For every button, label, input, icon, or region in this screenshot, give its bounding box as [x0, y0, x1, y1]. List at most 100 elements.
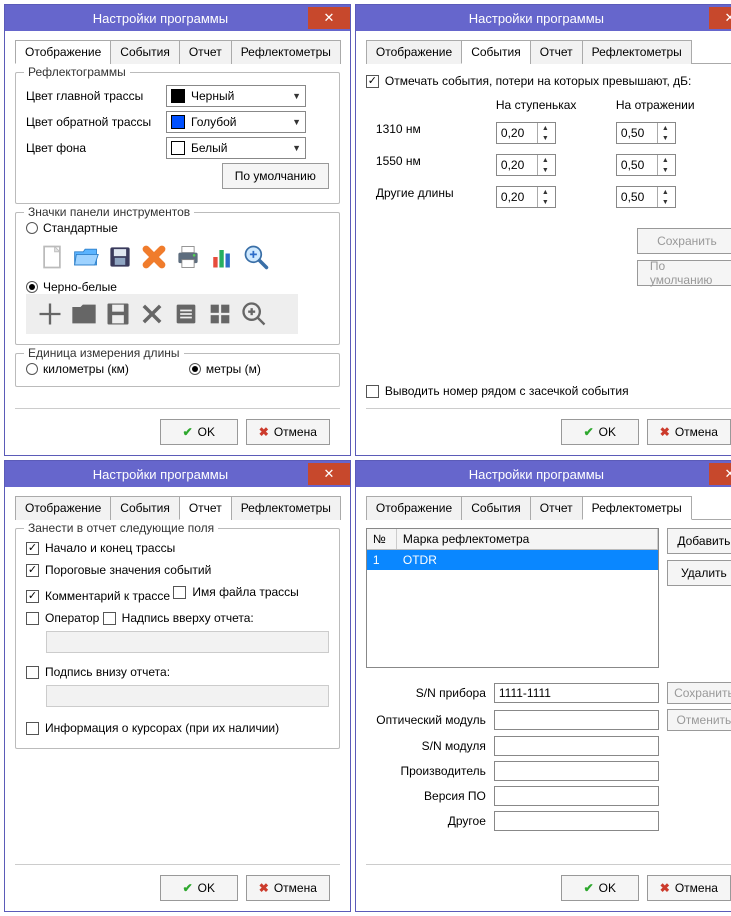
close-button[interactable]: ✕ [308, 463, 350, 485]
tabs: Отображение События Отчет Рефлектометры [15, 39, 340, 64]
ok-button[interactable]: ✔OK [160, 419, 238, 445]
spin-input[interactable] [617, 126, 657, 140]
tab-display[interactable]: Отображение [15, 40, 111, 64]
spinner-1310-refl[interactable]: ▲▼ [616, 122, 676, 144]
tab-display[interactable]: Отображение [366, 40, 462, 64]
spin-up-icon[interactable]: ▲ [658, 155, 673, 165]
spin-input[interactable] [617, 158, 657, 172]
tab-events[interactable]: События [461, 40, 531, 64]
checkbox-operator[interactable]: Оператор [26, 611, 99, 625]
spin-up-icon[interactable]: ▲ [658, 187, 673, 197]
tab-refl[interactable]: Рефлектометры [582, 496, 692, 520]
ok-button[interactable]: ✔OK [160, 875, 238, 901]
input-sn-device[interactable] [494, 683, 659, 703]
spin-up-icon[interactable]: ▲ [538, 123, 553, 133]
cancel-button[interactable]: ✖Отмена [647, 875, 731, 901]
spin-input[interactable] [617, 190, 657, 204]
close-button[interactable]: ✕ [308, 7, 350, 29]
checkbox-cursor-info[interactable]: Информация о курсорах (при их наличии) [26, 721, 279, 735]
spin-up-icon[interactable]: ▲ [658, 123, 673, 133]
radio-m[interactable]: метры (м) [189, 362, 261, 376]
window-title: Настройки программы [13, 11, 308, 26]
spinner-other-refl[interactable]: ▲▼ [616, 186, 676, 208]
spin-down-icon[interactable]: ▼ [658, 197, 673, 207]
checkbox-label: Комментарий к трассе [45, 589, 170, 603]
input-version[interactable] [494, 786, 659, 806]
spinner-1550-step[interactable]: ▲▼ [496, 154, 556, 176]
checkbox-start-end[interactable]: Начало и конец трассы [26, 541, 175, 555]
spinner-1310-step[interactable]: ▲▼ [496, 122, 556, 144]
titlebar[interactable]: Настройки программы ✕ [5, 5, 350, 31]
dropdown-main-color[interactable]: Черный ▼ [166, 85, 306, 107]
save-button[interactable]: Сохранить [667, 682, 731, 704]
tab-refl[interactable]: Рефлектометры [582, 40, 692, 64]
spin-input[interactable] [497, 126, 537, 140]
tab-report[interactable]: Отчет [530, 40, 583, 64]
titlebar[interactable]: Настройки программы ✕ [356, 461, 731, 487]
spin-down-icon[interactable]: ▼ [538, 165, 553, 175]
revert-button[interactable]: Отменить [667, 709, 731, 731]
input-other[interactable] [494, 811, 659, 831]
grid-icon [206, 300, 234, 328]
spin-down-icon[interactable]: ▼ [658, 165, 673, 175]
tab-refl[interactable]: Рефлектометры [231, 40, 341, 64]
spin-down-icon[interactable]: ▼ [658, 133, 673, 143]
tab-display[interactable]: Отображение [366, 496, 462, 520]
tab-report[interactable]: Отчет [179, 40, 232, 64]
checkbox-icon [26, 612, 39, 625]
delete-button[interactable]: Удалить [667, 560, 731, 586]
input-sn-module[interactable] [494, 736, 659, 756]
tab-display[interactable]: Отображение [15, 496, 111, 520]
dropdown-back-color[interactable]: Голубой ▼ [166, 111, 306, 133]
checkbox-comment[interactable]: Комментарий к трассе [26, 589, 170, 603]
radio-km[interactable]: километры (км) [26, 362, 129, 376]
ok-button[interactable]: ✔OK [561, 419, 639, 445]
tab-report[interactable]: Отчет [179, 496, 232, 520]
checkbox-thresholds[interactable]: Пороговые значения событий [26, 563, 211, 577]
close-button[interactable]: ✕ [709, 7, 731, 29]
close-button[interactable]: ✕ [709, 463, 731, 485]
add-button[interactable]: Добавить [667, 528, 731, 554]
tab-events[interactable]: События [110, 40, 180, 64]
tab-refl[interactable]: Рефлектометры [231, 496, 341, 520]
radio-bw-icons[interactable]: Черно-белые [26, 280, 117, 294]
checkbox-icon [26, 564, 39, 577]
spinner-1550-refl[interactable]: ▲▼ [616, 154, 676, 176]
spin-down-icon[interactable]: ▼ [538, 197, 553, 207]
table-header: № Марка рефлектометра [367, 529, 658, 550]
spin-input[interactable] [497, 158, 537, 172]
save-button[interactable]: Сохранить [637, 228, 731, 254]
label-sn-module: S/N модуля [366, 739, 486, 753]
input-manufacturer[interactable] [494, 761, 659, 781]
cancel-button[interactable]: ✖Отмена [246, 419, 330, 445]
label-manufacturer: Производитель [366, 764, 486, 778]
tab-events[interactable]: События [461, 496, 531, 520]
table-row[interactable]: 1 OTDR [367, 550, 658, 570]
ok-button[interactable]: ✔OK [561, 875, 639, 901]
cancel-button[interactable]: ✖Отмена [647, 419, 731, 445]
checkbox-mark-events[interactable]: Отмечать события, потери на которых прев… [366, 74, 731, 88]
checkbox-footer-text[interactable]: Подпись внизу отчета: [26, 665, 170, 679]
new-file-icon [36, 300, 64, 328]
dropdown-bg-color[interactable]: Белый ▼ [166, 137, 306, 159]
checkbox-show-number[interactable]: Выводить номер рядом с засечкой события [366, 384, 731, 398]
checkbox-header-text[interactable]: Надпись вверху отчета: [103, 611, 254, 625]
reflectometer-table[interactable]: № Марка рефлектометра 1 OTDR [366, 528, 659, 668]
spin-down-icon[interactable]: ▼ [538, 133, 553, 143]
tab-report[interactable]: Отчет [530, 496, 583, 520]
spinner-other-step[interactable]: ▲▼ [496, 186, 556, 208]
defaults-button[interactable]: По умолчанию [637, 260, 731, 286]
spin-up-icon[interactable]: ▲ [538, 155, 553, 165]
checkbox-filename[interactable]: Имя файла трассы [173, 585, 298, 599]
group-legend: Занести в отчет следующие поля [24, 521, 218, 535]
titlebar[interactable]: Настройки программы ✕ [356, 5, 731, 31]
titlebar[interactable]: Настройки программы ✕ [5, 461, 350, 487]
defaults-button[interactable]: По умолчанию [222, 163, 329, 189]
settings-window-display: Настройки программы ✕ Отображение Событи… [4, 4, 351, 456]
input-opt-module[interactable] [494, 710, 659, 730]
spin-up-icon[interactable]: ▲ [538, 187, 553, 197]
spin-input[interactable] [497, 190, 537, 204]
cancel-button[interactable]: ✖Отмена [246, 875, 330, 901]
tab-events[interactable]: События [110, 496, 180, 520]
radio-standard-icons[interactable]: Стандартные [26, 221, 118, 235]
